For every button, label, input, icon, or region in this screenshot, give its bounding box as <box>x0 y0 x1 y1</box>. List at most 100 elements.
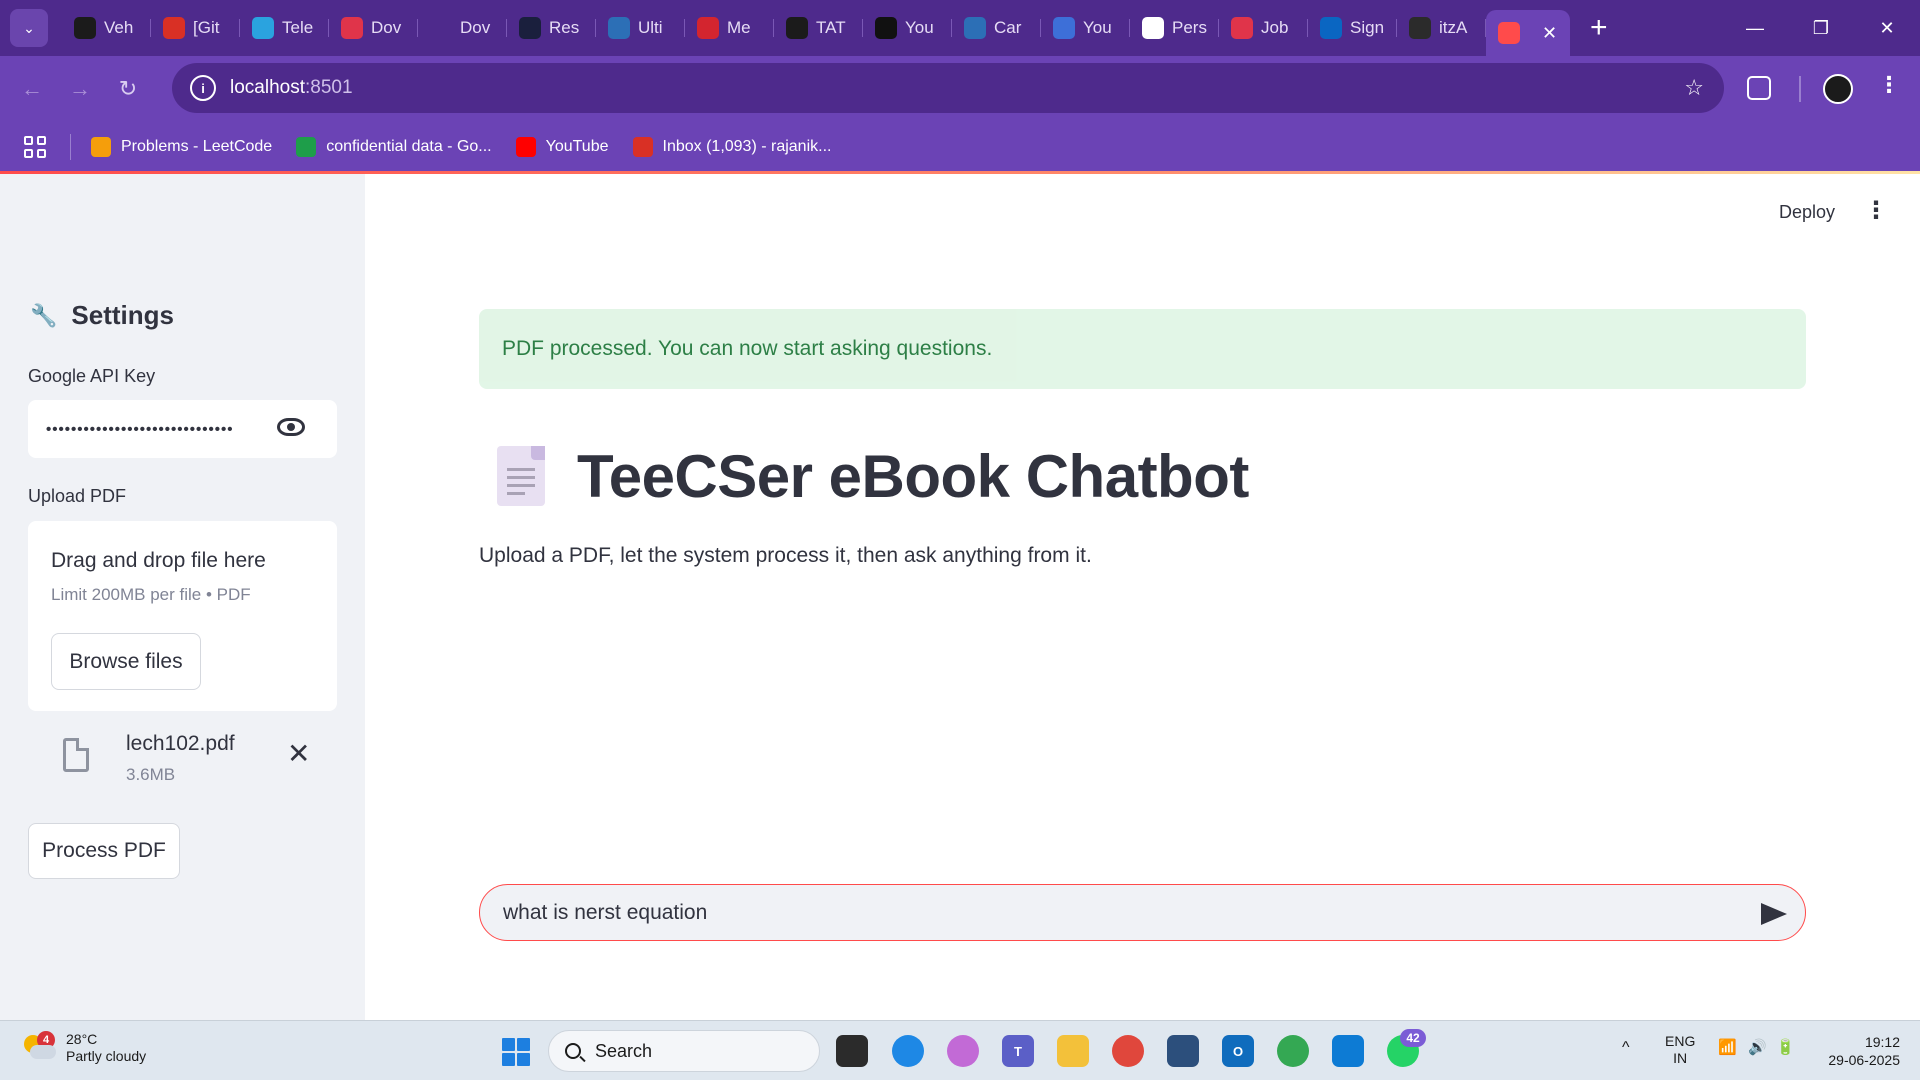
bookmark-item[interactable]: Inbox (1,093) - rajanik... <box>632 137 831 157</box>
taskbar-search[interactable]: Search <box>548 1030 820 1072</box>
chrome-profile-icon[interactable] <box>1277 1035 1309 1067</box>
gmail-icon <box>632 137 653 157</box>
region-code: IN <box>1673 1050 1688 1066</box>
back-button[interactable]: ← <box>8 76 56 102</box>
new-tab-button[interactable]: + <box>1590 11 1608 45</box>
api-key-value: •••••••••••••••••••••••••••••• <box>46 420 234 438</box>
mysql-workbench-icon[interactable] <box>1167 1035 1199 1067</box>
upload-label: Upload PDF <box>28 486 127 506</box>
url-port: :8501 <box>305 77 353 98</box>
volume-icon[interactable]: 🔊 <box>1748 1039 1767 1056</box>
teams-icon[interactable]: T <box>1002 1035 1034 1067</box>
close-tab-icon[interactable]: ✕ <box>1542 23 1557 44</box>
weather-widget[interactable]: 4 28°C Partly cloudy <box>22 1031 146 1065</box>
eye-icon[interactable] <box>277 418 305 436</box>
api-key-input[interactable]: •••••••••••••••••••••••••••••• <box>28 400 337 458</box>
sidebar: 🔧 Settings Google API Key ••••••••••••••… <box>0 174 365 1020</box>
bookmark-star-icon[interactable]: ☆ <box>1684 75 1704 101</box>
process-pdf-button[interactable]: Process PDF <box>28 823 180 879</box>
window-controls: — ❐ ✕ <box>1722 0 1920 56</box>
browser-tab[interactable]: itzA <box>1397 8 1486 48</box>
url-text: localhost:8501 <box>230 77 353 99</box>
site-info-icon[interactable]: i <box>190 75 216 101</box>
deploy-button[interactable]: Deploy <box>1779 202 1835 223</box>
tab-label: [Git <box>193 18 220 37</box>
task-view-icon[interactable] <box>836 1035 868 1067</box>
vscode-icon[interactable] <box>1332 1035 1364 1067</box>
reload-button[interactable]: ↻ <box>104 76 152 102</box>
browser-tab[interactable]: Me <box>685 8 774 48</box>
browser-tab[interactable]: Job <box>1219 8 1308 48</box>
browser-tab[interactable]: Dov <box>329 8 418 48</box>
restore-button[interactable]: ❐ <box>1788 0 1854 56</box>
bookmark-item[interactable]: Problems - LeetCode <box>91 137 272 157</box>
extensions-icon[interactable] <box>1747 76 1771 100</box>
browser-tab[interactable]: TAT <box>774 8 863 48</box>
tab-label: Dov <box>371 18 402 37</box>
tab-label: You <box>1083 18 1112 37</box>
bookmark-item[interactable]: YouTube <box>515 137 609 157</box>
whatsapp-badge: 42 <box>1400 1029 1426 1047</box>
taskbar: 4 28°C Partly cloudy Search T O 42 ^ ENG… <box>0 1020 1920 1080</box>
partly-cloudy-icon: 4 <box>22 1031 56 1061</box>
apps-grid-icon[interactable] <box>24 136 46 158</box>
browser-tab[interactable]: Tele <box>240 8 329 48</box>
bookmark-item[interactable]: confidential data - Go... <box>296 137 492 157</box>
bookmarks-divider <box>70 134 71 160</box>
edge-icon[interactable] <box>892 1035 924 1067</box>
browser-tab-active[interactable]: ✕ <box>1486 10 1570 56</box>
tray-chevron-icon[interactable]: ^ <box>1622 1039 1630 1056</box>
tab-label: You <box>905 18 934 37</box>
jobs-icon <box>1231 17 1253 39</box>
browser-tab[interactable]: Veh <box>62 8 151 48</box>
main-menu-icon[interactable]: ⋮ <box>1864 196 1888 225</box>
file-explorer-icon[interactable] <box>1057 1035 1089 1067</box>
profile-avatar[interactable] <box>1823 74 1853 104</box>
minimize-button[interactable]: — <box>1722 0 1788 56</box>
tab-label: Me <box>727 18 751 37</box>
search-icon <box>565 1043 581 1059</box>
dropzone-title: Drag and drop file here <box>51 549 266 572</box>
forward-button[interactable]: → <box>56 76 104 102</box>
browser-tab[interactable]: [Git <box>151 8 240 48</box>
battery-icon[interactable]: 🔋 <box>1776 1039 1795 1056</box>
address-bar[interactable]: i localhost:8501 ☆ <box>172 63 1724 113</box>
browser-tab[interactable]: Ulti <box>596 8 685 48</box>
uploaded-file: lech102.pdf 3.6MB ✕ <box>28 719 337 795</box>
clock[interactable]: 19:12 29-06-2025 <box>1810 1033 1900 1069</box>
gmail-icon <box>163 17 185 39</box>
browser-menu-icon[interactable]: ⋮ <box>1878 72 1900 98</box>
page-description: Upload a PDF, let the system process it,… <box>479 544 1092 567</box>
remove-file-icon[interactable]: ✕ <box>287 737 310 770</box>
tata-icon <box>608 17 630 39</box>
browser-tab[interactable]: You <box>1041 8 1130 48</box>
chat-input[interactable]: what is nerst equation <box>479 884 1806 941</box>
browser-tab[interactable]: Res <box>507 8 596 48</box>
leetcode-icon <box>91 137 111 157</box>
language-indicator[interactable]: ENG IN <box>1665 1033 1695 1067</box>
browser-tab[interactable]: Dov <box>418 8 507 48</box>
file-name: lech102.pdf <box>126 732 235 755</box>
copilot-icon[interactable] <box>947 1035 979 1067</box>
weather-condition: Partly cloudy <box>66 1048 147 1064</box>
heart-icon <box>341 17 363 39</box>
browser-tab[interactable]: You <box>863 8 952 48</box>
close-window-button[interactable]: ✕ <box>1854 0 1920 56</box>
outlook-icon[interactable]: O <box>1222 1035 1254 1067</box>
send-icon[interactable] <box>1761 903 1787 925</box>
file-size: 3.6MB <box>126 765 176 784</box>
tab-label: Ulti <box>638 18 663 37</box>
tab-search-button[interactable]: ⌄ <box>10 9 48 47</box>
file-dropzone[interactable]: Drag and drop file here Limit 200MB per … <box>28 521 337 711</box>
browser-tab[interactable]: Sign <box>1308 8 1397 48</box>
wifi-icon[interactable]: 📶 <box>1718 1039 1737 1056</box>
browse-files-button[interactable]: Browse files <box>51 633 201 690</box>
browser-tab[interactable]: Pers <box>1130 8 1219 48</box>
windows-start-icon[interactable] <box>502 1038 530 1066</box>
weather-temp: 28°C <box>66 1031 98 1047</box>
browser-tab[interactable]: Car <box>952 8 1041 48</box>
tab-label: itzA <box>1439 18 1468 37</box>
tab-label: Tele <box>282 18 314 37</box>
chrome-icon[interactable] <box>1112 1035 1144 1067</box>
streamlit-icon <box>1498 22 1520 44</box>
